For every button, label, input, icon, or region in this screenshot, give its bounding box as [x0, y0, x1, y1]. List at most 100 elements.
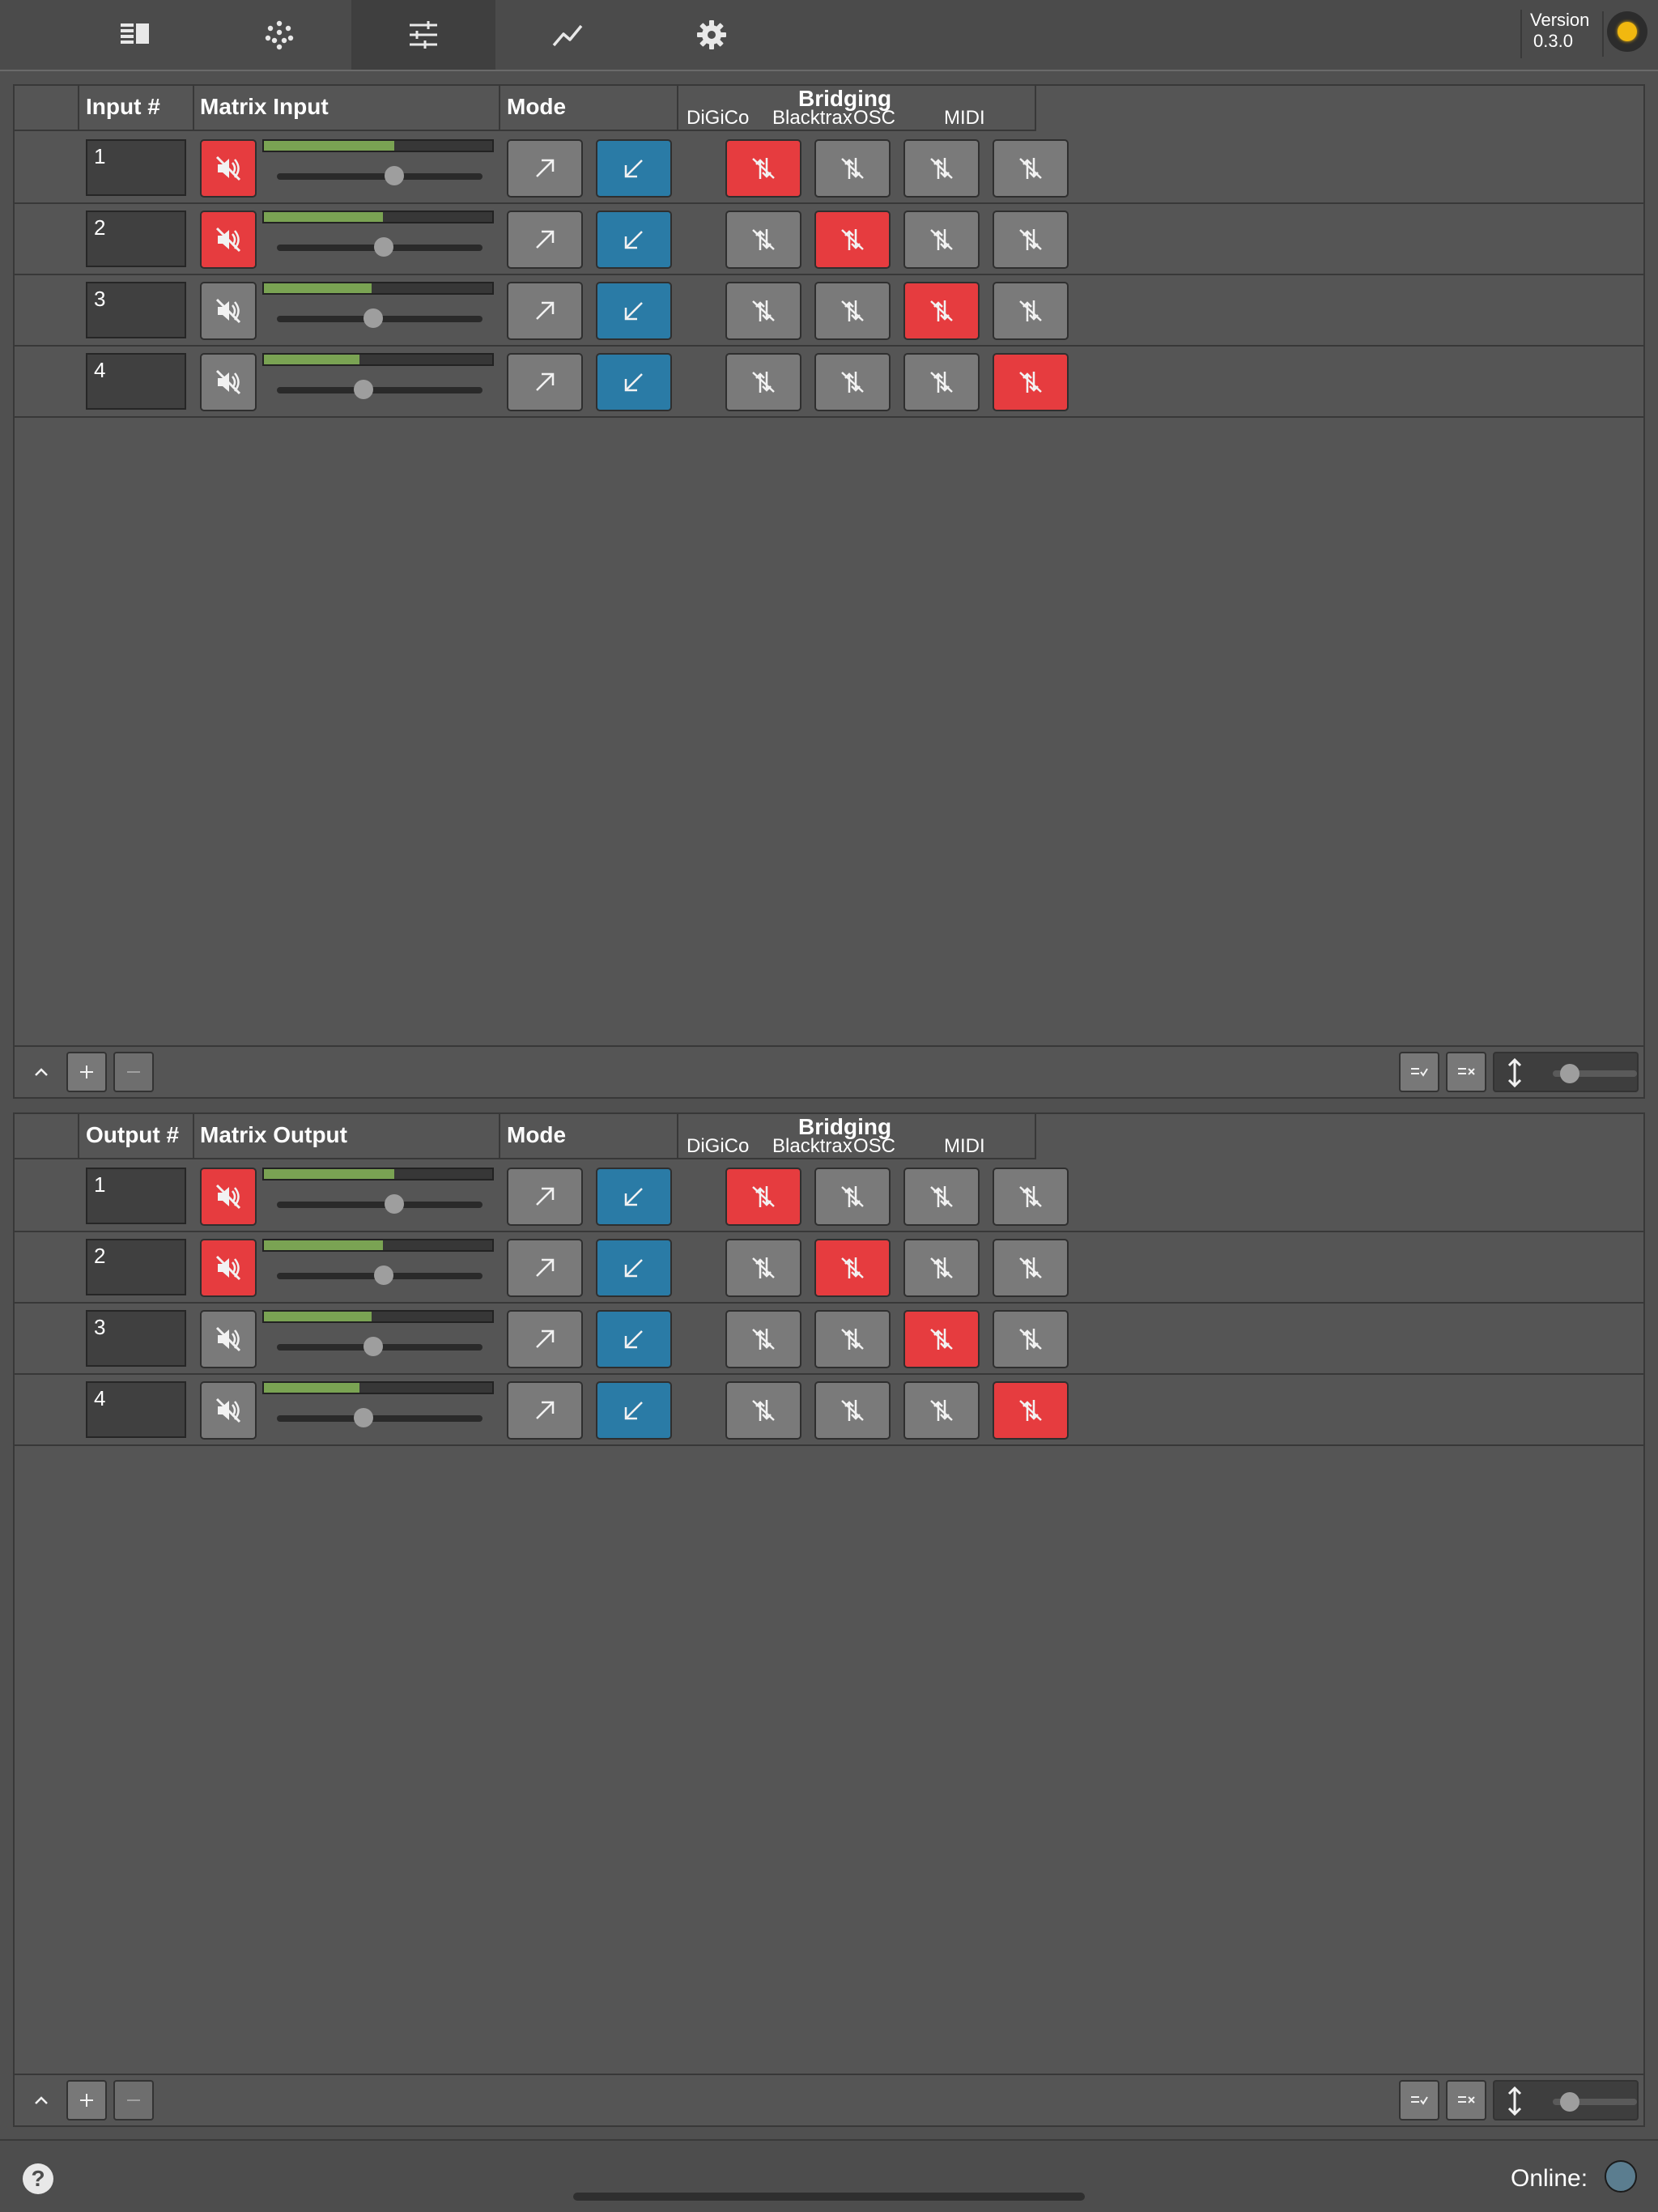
mode-receive-button[interactable]	[596, 139, 672, 198]
gain-slider[interactable]	[277, 1408, 483, 1427]
mute-button[interactable]	[200, 353, 257, 411]
remove-row-button[interactable]	[113, 1052, 154, 1092]
mode-receive-button[interactable]	[596, 1381, 672, 1440]
row-height-slider[interactable]	[1553, 1064, 1637, 1083]
row-height-slider-thumb[interactable]	[1559, 1064, 1579, 1083]
tab-multislider[interactable]	[207, 0, 351, 70]
mute-button[interactable]	[200, 1168, 257, 1226]
mute-button[interactable]	[200, 211, 257, 269]
bridging-toggle-button[interactable]	[903, 211, 980, 269]
row-height-slider[interactable]	[1553, 2092, 1637, 2112]
bridging-toggle-button[interactable]	[725, 211, 801, 269]
mode-receive-button[interactable]	[596, 282, 672, 340]
bridging-toggle-button[interactable]	[725, 353, 801, 411]
select-none-button[interactable]	[1446, 1052, 1486, 1092]
gain-slider[interactable]	[277, 1266, 483, 1285]
bridging-toggle-button[interactable]	[814, 282, 891, 340]
mode-send-button[interactable]	[507, 1168, 583, 1226]
bridging-toggle-button[interactable]	[814, 1239, 891, 1297]
collapse-button[interactable]	[21, 1052, 62, 1092]
bridging-toggle-button[interactable]	[903, 1310, 980, 1368]
bridging-toggle-button[interactable]	[814, 1381, 891, 1440]
mode-send-button[interactable]	[507, 353, 583, 411]
bridging-toggle-button[interactable]	[725, 1310, 801, 1368]
bridging-toggle-button[interactable]	[725, 1168, 801, 1226]
bridging-toggle-button[interactable]	[903, 1168, 980, 1226]
channel-number-field[interactable]: 1	[86, 139, 186, 196]
gain-slider-thumb[interactable]	[363, 308, 384, 328]
gain-slider-thumb[interactable]	[384, 1194, 404, 1214]
bridging-toggle-button[interactable]	[725, 1239, 801, 1297]
mode-receive-button[interactable]	[596, 211, 672, 269]
bridging-toggle-button[interactable]	[993, 139, 1069, 198]
channel-number-field[interactable]: 2	[86, 211, 186, 267]
mute-button[interactable]	[200, 1310, 257, 1368]
bridging-toggle-button[interactable]	[993, 282, 1069, 340]
mode-receive-button[interactable]	[596, 1168, 672, 1226]
add-row-button[interactable]	[66, 2080, 107, 2121]
tab-sound-objects[interactable]	[63, 0, 207, 70]
mute-button[interactable]	[200, 282, 257, 340]
bridging-toggle-button[interactable]	[903, 282, 980, 340]
collapse-button[interactable]	[21, 2080, 62, 2121]
gain-slider-thumb[interactable]	[363, 1337, 384, 1356]
bridging-toggle-button[interactable]	[993, 353, 1069, 411]
channel-number-field[interactable]: 3	[86, 282, 186, 338]
mute-button[interactable]	[200, 1239, 257, 1297]
add-row-button[interactable]	[66, 1052, 107, 1092]
gain-slider-thumb[interactable]	[374, 237, 394, 257]
select-all-button[interactable]	[1399, 1052, 1439, 1092]
bridging-toggle-button[interactable]	[903, 1381, 980, 1440]
bridging-toggle-button[interactable]	[814, 1168, 891, 1226]
select-none-button[interactable]	[1446, 2080, 1486, 2121]
bridging-toggle-button[interactable]	[903, 1239, 980, 1297]
select-all-button[interactable]	[1399, 2080, 1439, 2121]
bridging-toggle-button[interactable]	[814, 211, 891, 269]
channel-number-field[interactable]: 4	[86, 353, 186, 410]
bridging-toggle-button[interactable]	[903, 353, 980, 411]
gain-slider[interactable]	[277, 166, 483, 185]
mode-receive-button[interactable]	[596, 353, 672, 411]
bridging-toggle-button[interactable]	[993, 1239, 1069, 1297]
gain-slider[interactable]	[277, 308, 483, 328]
bridging-toggle-button[interactable]	[993, 1310, 1069, 1368]
bridging-toggle-button[interactable]	[814, 353, 891, 411]
mode-send-button[interactable]	[507, 1381, 583, 1440]
gain-slider-thumb[interactable]	[353, 1408, 373, 1427]
bridging-toggle-button[interactable]	[814, 139, 891, 198]
home-indicator[interactable]	[573, 2193, 1085, 2201]
mode-send-button[interactable]	[507, 1239, 583, 1297]
bridging-toggle-button[interactable]	[993, 1168, 1069, 1226]
mode-send-button[interactable]	[507, 282, 583, 340]
gain-slider-thumb[interactable]	[374, 1266, 394, 1285]
channel-number-field[interactable]: 1	[86, 1168, 186, 1224]
mode-receive-button[interactable]	[596, 1239, 672, 1297]
gain-slider[interactable]	[277, 380, 483, 399]
mode-send-button[interactable]	[507, 1310, 583, 1368]
tab-settings[interactable]	[640, 0, 784, 70]
bridging-toggle-button[interactable]	[725, 1381, 801, 1440]
row-height-slider-thumb[interactable]	[1559, 2092, 1579, 2112]
help-button[interactable]: ?	[23, 2163, 53, 2194]
remove-row-button[interactable]	[113, 2080, 154, 2121]
bridging-toggle-button[interactable]	[903, 139, 980, 198]
bridging-toggle-button[interactable]	[725, 139, 801, 198]
gain-slider-thumb[interactable]	[353, 380, 373, 399]
gain-slider-thumb[interactable]	[384, 166, 404, 185]
channel-number-field[interactable]: 2	[86, 1239, 186, 1295]
gain-slider[interactable]	[277, 1337, 483, 1356]
mode-send-button[interactable]	[507, 139, 583, 198]
gain-slider[interactable]	[277, 1194, 483, 1214]
tab-statistics[interactable]	[495, 0, 640, 70]
bridging-toggle-button[interactable]	[725, 282, 801, 340]
bridging-toggle-button[interactable]	[993, 211, 1069, 269]
bridging-toggle-button[interactable]	[814, 1310, 891, 1368]
channel-number-field[interactable]: 3	[86, 1310, 186, 1367]
mute-button[interactable]	[200, 139, 257, 198]
bridging-toggle-button[interactable]	[993, 1381, 1069, 1440]
mode-send-button[interactable]	[507, 211, 583, 269]
tab-matrix-io[interactable]	[351, 0, 495, 70]
mute-button[interactable]	[200, 1381, 257, 1440]
channel-number-field[interactable]: 4	[86, 1381, 186, 1438]
gain-slider[interactable]	[277, 237, 483, 257]
